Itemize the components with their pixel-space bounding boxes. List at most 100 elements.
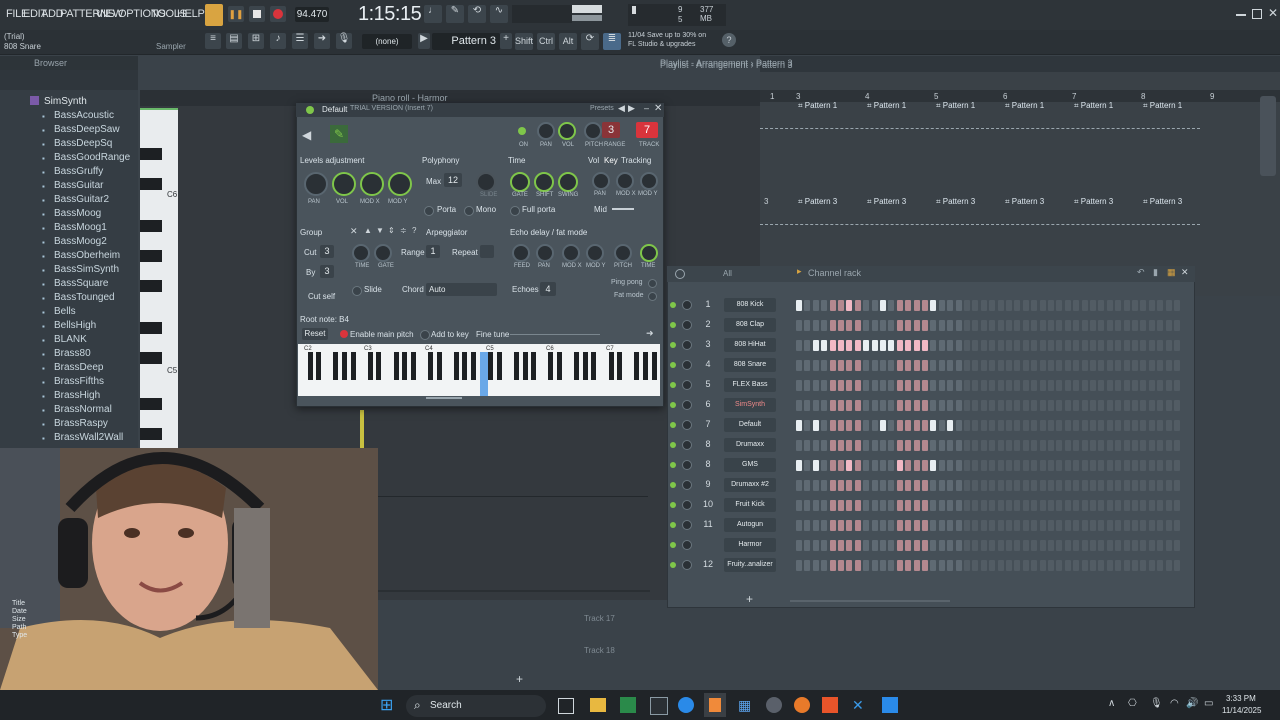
step-button[interactable] [796,540,802,551]
browser-header[interactable]: Browser [0,56,138,70]
step-button[interactable] [854,300,861,311]
step-button[interactable] [1157,460,1164,471]
step-button[interactable] [1081,340,1088,351]
step-button[interactable] [913,400,920,411]
channel-number[interactable]: 5 [700,379,716,389]
step-button[interactable] [1123,360,1130,371]
step-button[interactable] [938,300,945,311]
step-button[interactable] [980,400,987,411]
step-button[interactable] [1039,520,1046,531]
step-button[interactable] [838,420,844,431]
black-key[interactable] [470,352,476,380]
channel-on-led[interactable] [518,127,526,135]
step-button[interactable] [812,380,819,391]
step-button[interactable] [947,520,954,531]
step-button[interactable] [1140,300,1147,311]
step-button[interactable] [1014,340,1021,351]
full-porta-radio[interactable] [510,206,520,216]
step-button[interactable] [972,540,979,551]
channel-number[interactable]: 9 [700,479,716,489]
step-button[interactable] [871,400,878,411]
news-line2[interactable]: FL Studio & upgrades [628,41,695,48]
step-button[interactable] [955,520,962,531]
step-button[interactable] [1039,560,1046,571]
step-button[interactable] [1056,560,1063,571]
step-button[interactable] [955,560,962,571]
step-button[interactable] [896,420,903,431]
step-button[interactable] [905,300,912,311]
step-button[interactable] [1048,380,1054,391]
step-button[interactable] [922,360,928,371]
tempo-display[interactable]: 94.470 [295,7,329,22]
step-button[interactable] [1140,360,1147,371]
mixer-track-field[interactable]: 3 [602,122,620,138]
step-button[interactable] [1006,320,1012,331]
step-button[interactable] [838,500,844,511]
step-button[interactable] [964,520,970,531]
step-button[interactable] [964,480,970,491]
step-button[interactable] [812,480,819,491]
step-button[interactable] [955,360,962,371]
step-button[interactable] [1174,560,1180,571]
step-button[interactable] [1039,480,1046,491]
step-button[interactable] [846,320,853,331]
shift-key[interactable]: Shift [515,33,533,50]
step-button[interactable] [930,500,937,511]
step-button[interactable] [1031,540,1038,551]
step-button[interactable] [930,480,937,491]
ping-pong-radio[interactable] [648,279,657,288]
step-button[interactable] [796,480,802,491]
step-button[interactable] [871,520,878,531]
levels-pan-knob[interactable] [304,172,328,196]
browser-item[interactable]: BLANK [54,334,87,345]
step-button[interactable] [1014,540,1021,551]
channel-mute-led[interactable] [670,562,676,568]
step-button[interactable] [1031,400,1038,411]
step-button[interactable] [1014,460,1021,471]
playlist-title-bar[interactable]: Playlist - Arrangement › Pattern 3 [660,56,1280,72]
step-button[interactable] [1106,320,1113,331]
minimize-plugin-icon[interactable]: – [644,103,649,113]
step-button[interactable] [955,500,962,511]
channel-name-button[interactable]: 808 Clap [724,318,776,332]
step-button[interactable] [821,440,828,451]
cut-self-label[interactable]: Cut self [308,292,335,301]
play-pattern-icon[interactable]: ▶ [418,33,430,49]
step-button[interactable] [796,420,802,431]
step-button[interactable] [846,500,853,511]
echo-pitch-knob[interactable] [614,244,632,262]
step-button[interactable] [1048,440,1054,451]
reset-button[interactable]: Reset [302,328,328,340]
step-button[interactable] [863,400,870,411]
step-button[interactable] [821,380,828,391]
step-button[interactable] [821,420,828,431]
browser-item[interactable]: BassOberheim [54,250,120,261]
pattern-clip[interactable]: ⌗ Pattern 1 [798,101,837,115]
step-button[interactable] [1073,520,1080,531]
step-button[interactable] [1090,520,1096,531]
step-button[interactable] [1056,400,1063,411]
step-button[interactable] [804,520,811,531]
step-button[interactable] [1165,480,1172,491]
step-button[interactable] [812,400,819,411]
channel-number[interactable]: 7 [700,419,716,429]
step-button[interactable] [880,340,886,351]
step-button[interactable] [1090,500,1096,511]
slide-knob[interactable] [476,172,496,192]
step-button[interactable] [1123,320,1130,331]
channel-rack-icon[interactable]: ⊞ [248,33,264,49]
step-button[interactable] [846,340,853,351]
step-button[interactable] [846,540,853,551]
step-button[interactable] [1123,380,1130,391]
step-button[interactable] [989,320,996,331]
step-button[interactable] [896,320,903,331]
step-button[interactable] [1123,500,1130,511]
black-key[interactable] [522,352,528,380]
loop-record-icon[interactable]: ⟲ [468,5,486,23]
step-button[interactable] [1115,360,1122,371]
step-button[interactable] [955,380,962,391]
step-button[interactable] [1165,500,1172,511]
channel-pan-knob[interactable] [682,520,692,530]
tray-app-icon[interactable]: ⎔ [1128,698,1137,709]
step-button[interactable] [1157,560,1164,571]
